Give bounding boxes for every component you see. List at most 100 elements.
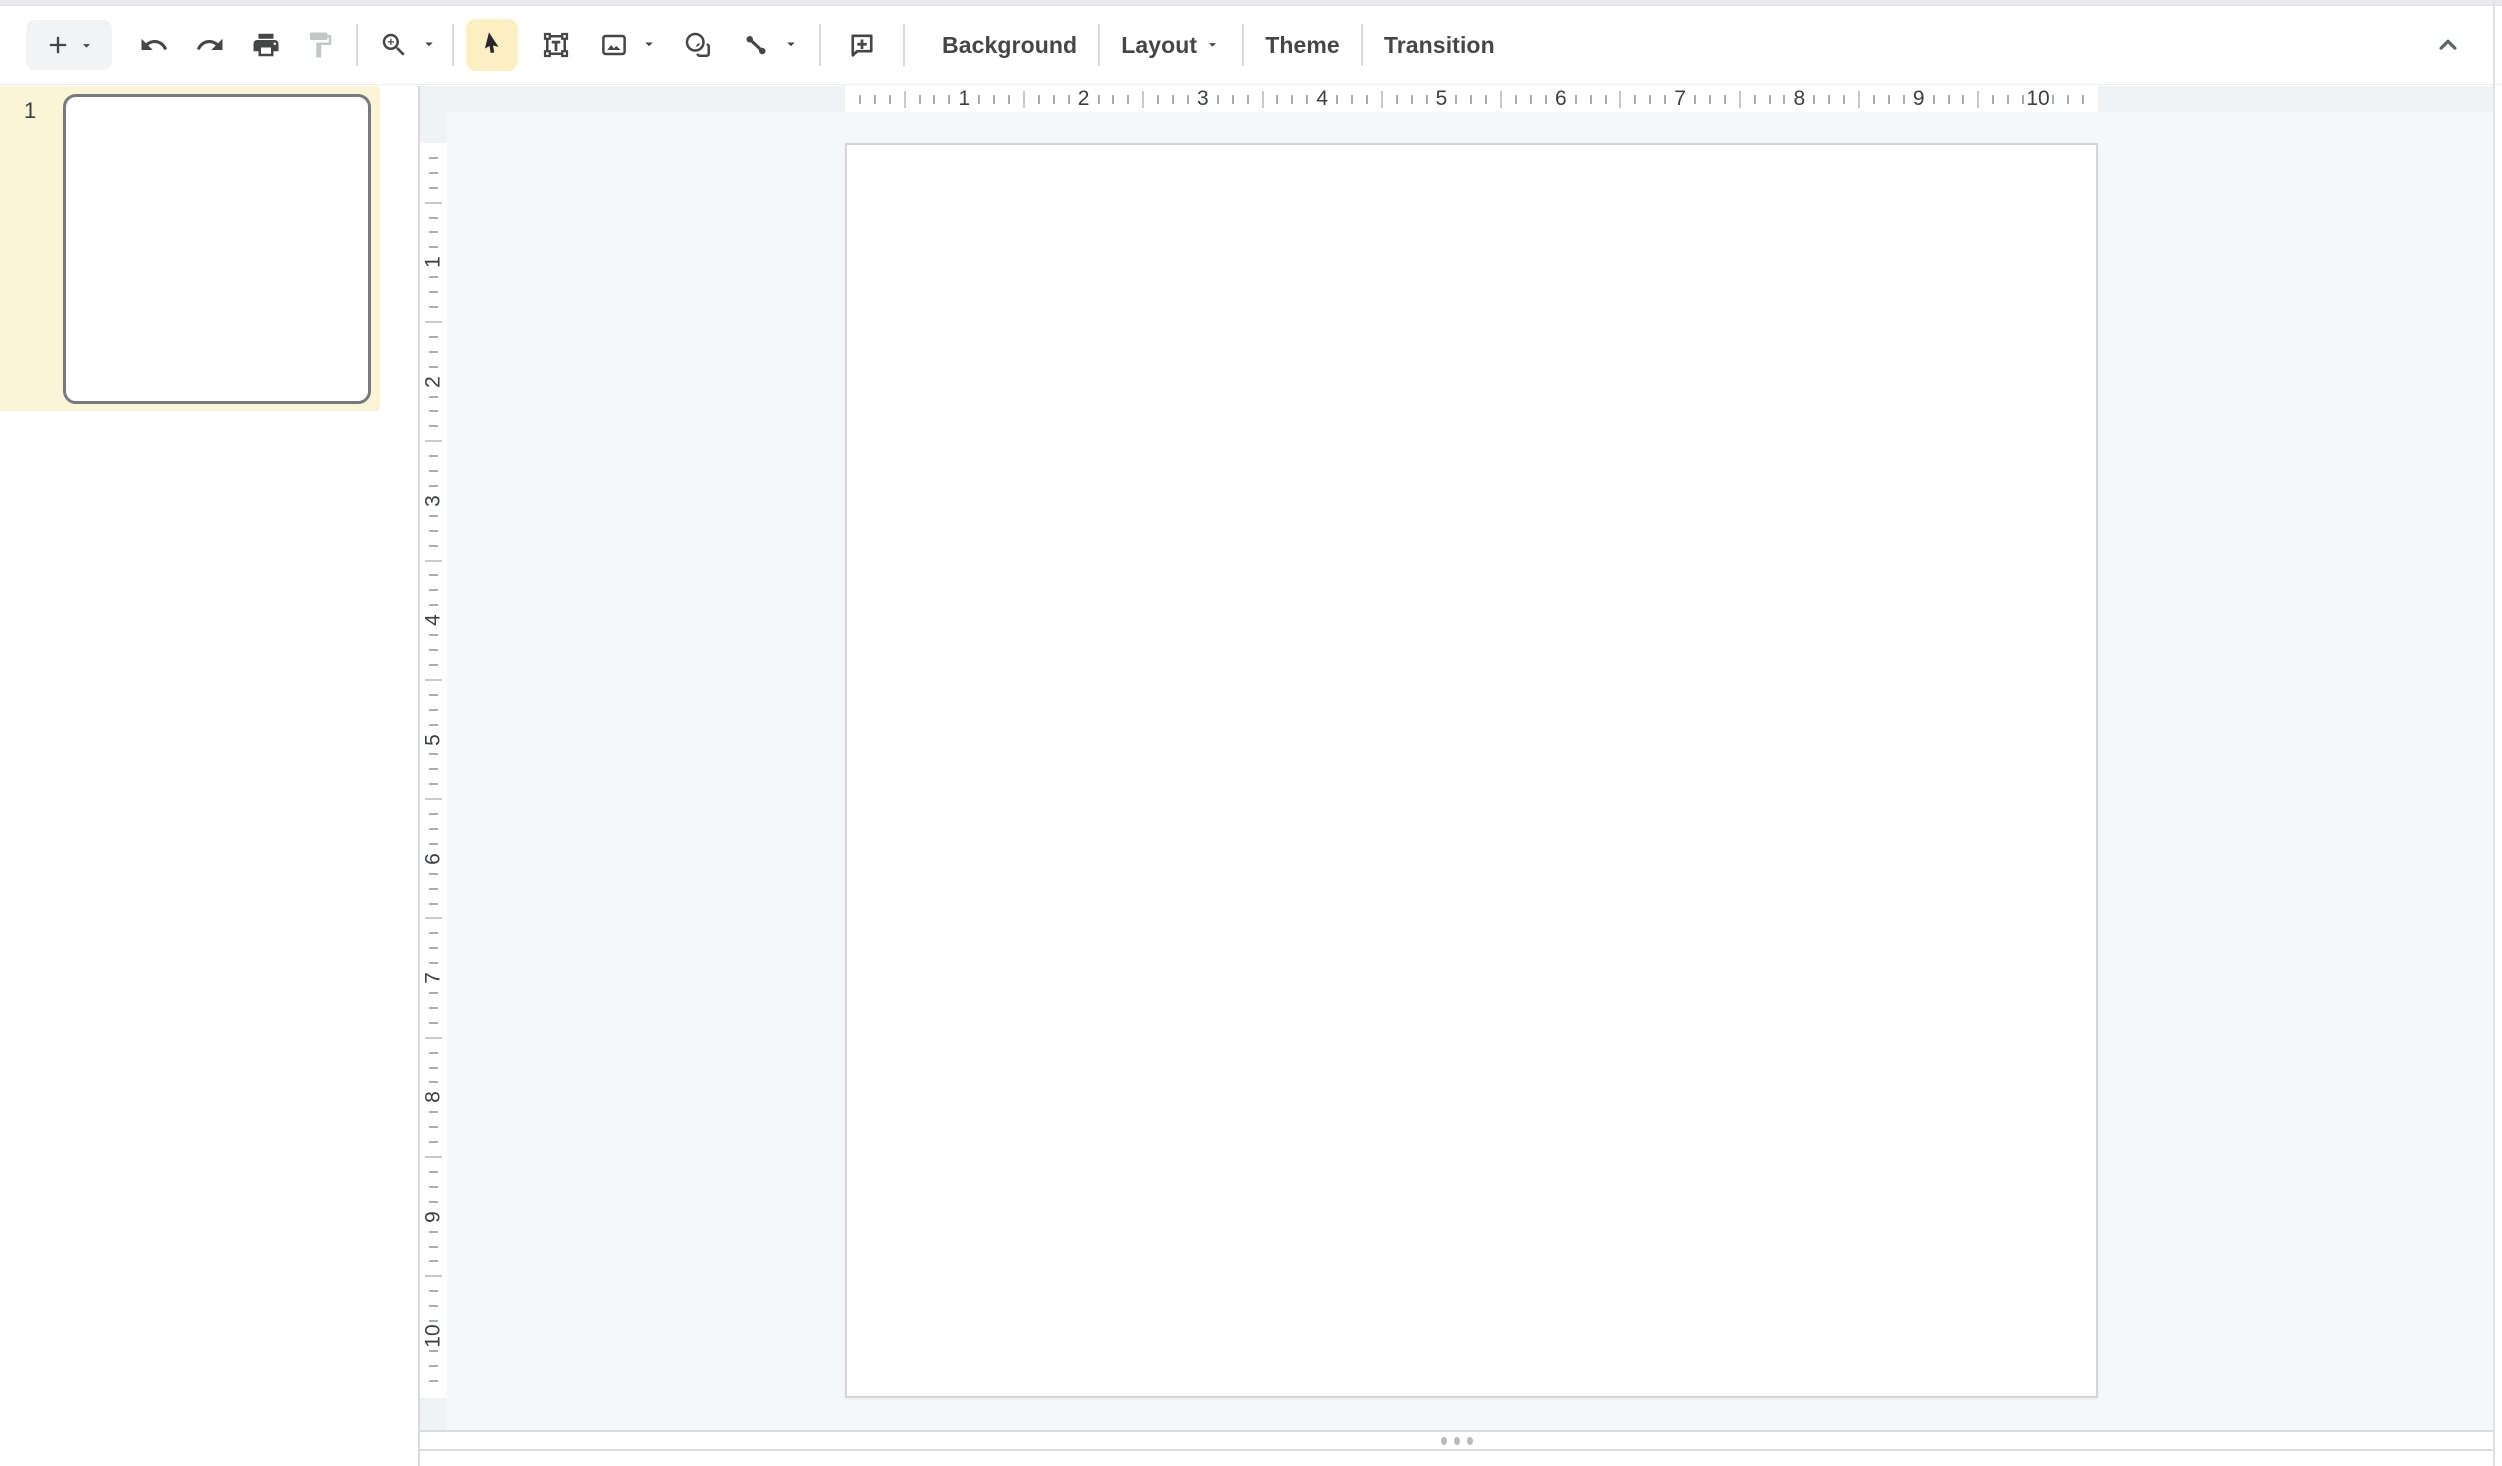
ruler-tick (1127, 95, 1129, 104)
ruler-number: 8 (1794, 86, 1806, 112)
speaker-notes-splitter[interactable] (420, 1430, 2493, 1451)
paint-roller-icon (305, 30, 335, 60)
ruler-tick (1888, 95, 1890, 104)
filmstrip-panel[interactable]: 1 (0, 86, 420, 1466)
shape-tool-button[interactable] (674, 21, 722, 69)
ruler-tick (1664, 95, 1666, 104)
ruler-tick (1858, 91, 1860, 108)
ruler-tick (429, 172, 438, 174)
drag-handle-icon[interactable] (1441, 1437, 1473, 1445)
ruler-tick (429, 1380, 438, 1382)
ruler-number: 1 (958, 86, 970, 112)
ruler-tick (948, 95, 950, 104)
add-comment-button[interactable] (838, 21, 886, 69)
slide-page[interactable] (845, 143, 2098, 1398)
image-dropdown[interactable] (638, 21, 660, 69)
redo-icon (195, 30, 225, 60)
vertical-ruler[interactable]: 12345678910 (420, 112, 447, 1430)
ruler-tick (1008, 95, 1010, 104)
undo-button[interactable] (130, 21, 178, 69)
chevron-down-icon (640, 35, 658, 56)
ruler-tick (1232, 95, 1234, 104)
ruler-tick (859, 95, 861, 104)
add-comment-icon (847, 30, 877, 60)
ruler-tick (429, 306, 438, 308)
ruler-tick (429, 1022, 438, 1024)
ruler-tick (1649, 95, 1651, 104)
line-tool-button[interactable] (732, 21, 780, 69)
zoom-button[interactable] (370, 21, 418, 69)
ruler-tick (2022, 95, 2024, 104)
ruler-tick (425, 560, 442, 562)
new-slide-button[interactable] (26, 20, 112, 70)
ruler-tick (2082, 95, 2084, 104)
hide-menus-button[interactable] (2424, 21, 2472, 69)
redo-button[interactable] (186, 21, 234, 69)
ruler-tick (1977, 91, 1979, 108)
ruler-tick (889, 95, 891, 104)
slide-thumbnail[interactable] (63, 94, 371, 404)
paint-format-button[interactable] (296, 21, 344, 69)
ruler-tick (1873, 95, 1875, 104)
line-dropdown[interactable] (780, 21, 802, 69)
ruler-tick (1948, 95, 1950, 104)
toolbar-divider (1361, 24, 1363, 66)
ruler-tick (429, 1201, 438, 1203)
ruler-tick (1068, 95, 1070, 104)
ruler-tick (1575, 95, 1577, 104)
ruler-tick (429, 1052, 438, 1054)
ruler-number: 6 (1555, 86, 1567, 112)
ruler-tick (1098, 95, 1100, 104)
ruler-number: 9 (422, 1203, 446, 1230)
ruler-tick (1843, 95, 1845, 104)
theme-button[interactable]: Theme (1245, 20, 1360, 70)
transition-button[interactable]: Transition (1364, 20, 1515, 70)
drag-handle-dot (1441, 1437, 1447, 1445)
ruler-tick (1172, 95, 1174, 104)
toolbar-divider (356, 24, 358, 66)
ruler-number: 8 (422, 1084, 446, 1111)
ruler-tick (1783, 95, 1785, 104)
ruler-tick (429, 634, 438, 636)
horizontal-ruler[interactable]: 12345678910 (420, 86, 2493, 112)
speaker-notes-pane[interactable] (420, 1451, 2493, 1466)
plus-icon (44, 31, 72, 59)
ruler-tick (1903, 95, 1905, 104)
ruler-tick (429, 1171, 438, 1173)
select-tool-button[interactable] (466, 19, 518, 71)
zoom-dropdown[interactable] (418, 21, 440, 69)
chevron-down-icon (420, 35, 438, 56)
theme-button-label: Theme (1265, 32, 1340, 59)
ruler-tick (429, 1007, 438, 1009)
ruler-number: 7 (422, 965, 446, 992)
canvas-area[interactable] (447, 112, 2493, 1430)
ruler-tick (1933, 95, 1935, 104)
presentation-editor: Background Layout Theme Transition 1 (0, 0, 2502, 1466)
ruler-tick (1366, 95, 1368, 104)
ruler-tick (1813, 95, 1815, 104)
slide-thumbnail-item[interactable]: 1 (0, 86, 380, 411)
ruler-tick (429, 336, 438, 338)
image-icon (599, 30, 629, 60)
layout-button[interactable]: Layout (1101, 20, 1241, 70)
ruler-number: 10 (422, 1323, 446, 1350)
ruler-tick (2052, 95, 2054, 104)
background-button[interactable]: Background (922, 20, 1097, 70)
ruler-tick (429, 992, 438, 994)
ruler-tick (1291, 95, 1293, 104)
ruler-tick (904, 91, 906, 108)
ruler-number: 4 (422, 607, 446, 634)
ruler-tick (429, 157, 438, 159)
ruler-tick (1411, 95, 1413, 104)
ruler-tick (429, 410, 438, 412)
ruler-tick (429, 828, 438, 830)
print-button[interactable] (242, 21, 290, 69)
text-box-tool-button[interactable] (532, 21, 580, 69)
ruler-tick (1426, 95, 1428, 104)
insert-image-button[interactable] (590, 21, 638, 69)
ruler-tick (429, 1305, 438, 1307)
ruler-tick (1605, 95, 1607, 104)
ruler-tick (2007, 95, 2009, 104)
ruler-tick (429, 276, 438, 278)
toolbar-divider (1098, 24, 1100, 66)
